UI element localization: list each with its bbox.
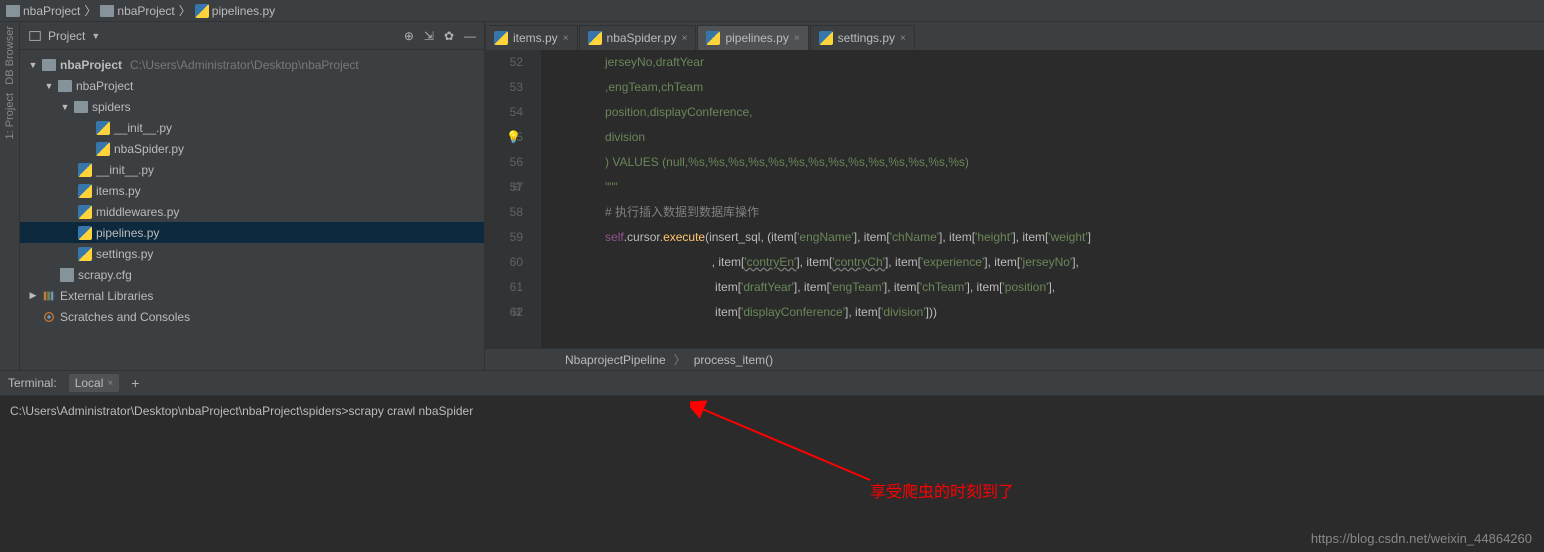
collapse-icon[interactable]: — xyxy=(464,29,476,43)
tab-items[interactable]: items.py× xyxy=(485,25,578,50)
tree-scratches[interactable]: Scratches and Consoles xyxy=(20,306,484,327)
tab-pipelines[interactable]: pipelines.py× xyxy=(697,25,808,50)
tree-external-libs[interactable]: ▶External Libraries xyxy=(20,285,484,306)
folder-icon xyxy=(100,5,114,17)
expand-icon[interactable]: ⇲ xyxy=(424,29,434,43)
db-browser-tab[interactable]: DB Browser xyxy=(4,26,16,85)
watermark: https://blog.csdn.net/weixin_44864260 xyxy=(1311,531,1532,546)
gear-icon[interactable]: ✿ xyxy=(444,29,454,43)
left-tool-rail: DB Browser 1: Project xyxy=(0,22,20,370)
python-icon xyxy=(96,142,110,156)
tree-spiders[interactable]: ▼spiders xyxy=(20,96,484,117)
panel-title-text: Project xyxy=(48,29,85,43)
editor-body[interactable]: 525354 55💡 56 57⊟ 58596061 62⊟ jerseyNo,… xyxy=(485,50,1544,348)
crumb-class[interactable]: NbaprojectPipeline xyxy=(565,353,666,367)
close-icon[interactable]: × xyxy=(563,33,569,44)
code-breadcrumb: NbaprojectPipeline 〉 process_item() xyxy=(485,348,1544,370)
dropdown-icon[interactable]: ▼ xyxy=(91,31,100,41)
tab-nbaspider[interactable]: nbaSpider.py× xyxy=(579,25,697,50)
terminal-tab-local[interactable]: Local × xyxy=(69,374,120,392)
tree-settings[interactable]: settings.py xyxy=(20,243,484,264)
tree-init2[interactable]: __init__.py xyxy=(20,159,484,180)
panel-header: Project ▼ ⊕ ⇲ ✿ — xyxy=(20,22,484,50)
annotation-arrow xyxy=(690,400,890,490)
scratches-icon xyxy=(42,310,56,324)
python-icon xyxy=(78,226,92,240)
python-icon xyxy=(195,4,209,18)
code-content[interactable]: jerseyNo,draftYear ,engTeam,chTeam posit… xyxy=(541,50,1544,348)
file-icon xyxy=(60,268,74,282)
breadcrumb-file[interactable]: pipelines.py xyxy=(195,4,275,18)
folder-icon xyxy=(74,101,88,113)
python-icon xyxy=(494,31,508,45)
crumb-fn[interactable]: process_item() xyxy=(694,353,773,367)
close-icon[interactable]: × xyxy=(794,33,800,44)
terminal-prompt: C:\Users\Administrator\Desktop\nbaProjec… xyxy=(10,404,348,418)
tree-nbaspider[interactable]: nbaSpider.py xyxy=(20,138,484,159)
project-tree[interactable]: ▼nbaProjectC:\Users\Administrator\Deskto… xyxy=(20,50,484,370)
close-icon[interactable]: × xyxy=(682,33,688,44)
tree-scrapycfg[interactable]: scrapy.cfg xyxy=(20,264,484,285)
python-icon xyxy=(706,31,720,45)
close-icon[interactable]: × xyxy=(900,33,906,44)
project-panel: Project ▼ ⊕ ⇲ ✿ — ▼nbaProjectC:\Users\Ad… xyxy=(20,22,485,370)
tree-root[interactable]: ▼nbaProjectC:\Users\Administrator\Deskto… xyxy=(20,54,484,75)
annotation-text: 享受爬虫的时刻到了 xyxy=(870,478,1014,502)
chevron-right-icon: 〉 xyxy=(84,2,96,19)
chevron-right-icon: 〉 xyxy=(179,2,191,19)
python-icon xyxy=(78,184,92,198)
folder-icon xyxy=(58,80,72,92)
python-icon xyxy=(588,31,602,45)
fold-icon[interactable]: ⊟ xyxy=(513,175,521,200)
fold-icon[interactable]: ⊟ xyxy=(513,300,521,325)
bulb-icon[interactable]: 💡 xyxy=(506,125,521,150)
python-icon xyxy=(78,163,92,177)
project-icon xyxy=(28,29,42,43)
folder-icon xyxy=(42,59,56,71)
tab-settings[interactable]: settings.py× xyxy=(810,25,915,50)
tree-items[interactable]: items.py xyxy=(20,180,484,201)
editor-area: items.py× nbaSpider.py× pipelines.py× se… xyxy=(485,22,1544,370)
terminal-label: Terminal: xyxy=(8,376,57,390)
terminal-command: scrapy crawl nbaSpider xyxy=(348,404,473,418)
library-icon xyxy=(42,289,56,303)
tree-package[interactable]: ▼nbaProject xyxy=(20,75,484,96)
python-icon xyxy=(819,31,833,45)
project-tab[interactable]: 1: Project xyxy=(4,93,16,139)
line-gutter: 525354 55💡 56 57⊟ 58596061 62⊟ xyxy=(485,50,541,348)
tree-middlewares[interactable]: middlewares.py xyxy=(20,201,484,222)
breadcrumb-root[interactable]: nbaProject xyxy=(6,4,80,18)
terminal-body[interactable]: C:\Users\Administrator\Desktop\nbaProjec… xyxy=(0,396,1544,530)
locate-icon[interactable]: ⊕ xyxy=(404,29,414,43)
add-terminal-button[interactable]: + xyxy=(131,375,139,391)
folder-icon xyxy=(6,5,20,17)
editor-tabs: items.py× nbaSpider.py× pipelines.py× se… xyxy=(485,22,1544,50)
python-icon xyxy=(78,247,92,261)
chevron-right-icon: 〉 xyxy=(674,351,686,368)
terminal-bar: Terminal: Local × + xyxy=(0,370,1544,396)
tree-pipelines[interactable]: pipelines.py xyxy=(20,222,484,243)
python-icon xyxy=(96,121,110,135)
close-icon[interactable]: × xyxy=(107,378,113,389)
python-icon xyxy=(78,205,92,219)
breadcrumb-folder[interactable]: nbaProject xyxy=(100,4,174,18)
breadcrumb: nbaProject 〉 nbaProject 〉 pipelines.py xyxy=(0,0,1544,22)
tree-init[interactable]: __init__.py xyxy=(20,117,484,138)
